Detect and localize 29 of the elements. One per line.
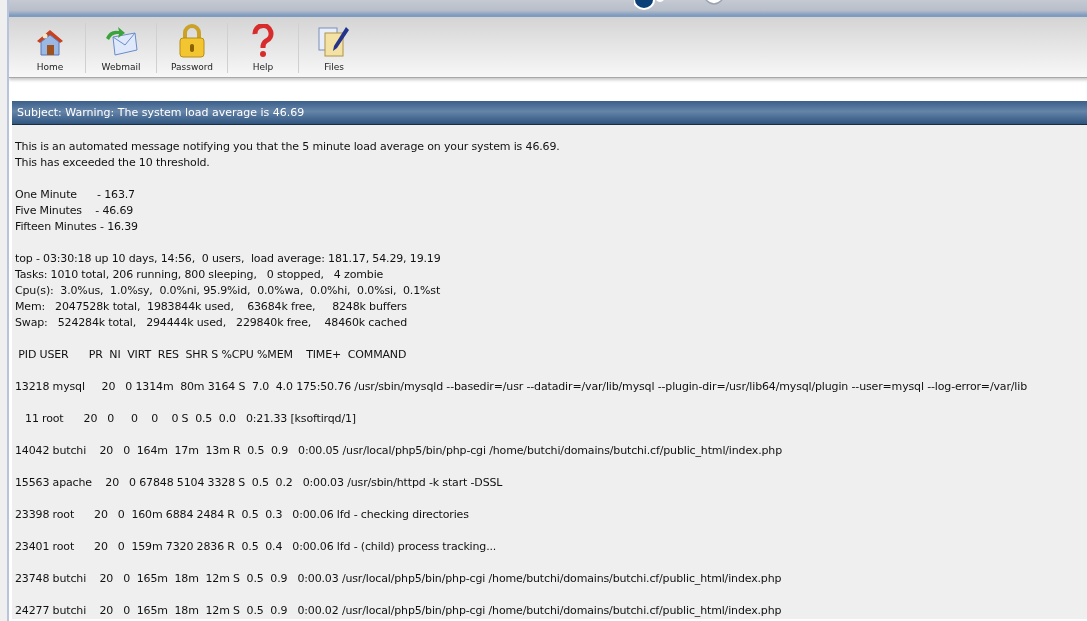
process-line: 14042 butchi 20 0 164m 17m 13m R 0.5 0.9 0:00.05 /usr/local/php5/bin/php-cgi /home/butchi/domains/butchi.cf/public_html/index.php bbox=[15, 443, 783, 459]
subject-text: Subject: Warning: The system load average is 46.69 bbox=[17, 106, 305, 119]
question-mark-icon bbox=[252, 24, 274, 58]
process-line: 15563 apache 20 0 67848 5104 3328 S 0.5 0.2 0:00.03 /usr/sbin/httpd -k start -DSSL bbox=[15, 475, 503, 491]
process-line: 13218 mysql 20 0 1314m 80m 3164 S 7.0 4.0 175:50.76 /usr/sbin/mysqld --basedir=/usr --datadir=/var/lib/mysql --plugin-dir=/usr/lib64/mysql/plugin --user=mysql --log-error=/var/lib bbox=[15, 379, 1027, 395]
process-line: 11 root 20 0 0 0 0 S 0.5 0.0 0:21.33 [ksoftirqd/1] bbox=[24, 411, 356, 427]
message-line: This is an automated message notifying you that the 5 minute load average on your system is 46.69. bbox=[15, 139, 560, 155]
process-line: 23748 butchi 20 0 165m 18m 12m S 0.5 0.9 0:00.03 /usr/local/php5/bin/php-cgi /home/butchi/domains/butchi.cf/public_html/index.php bbox=[15, 571, 782, 587]
process-line: 24277 butchi 20 0 165m 18m 12m S 0.5 0.9 0:00.02 /usr/local/php5/bin/php-cgi /home/butchi/domains/butchi.cf/public_html/index.php bbox=[15, 603, 782, 619]
toolbar-button[interactable]: Help bbox=[228, 17, 298, 77]
envelope-icon bbox=[104, 26, 138, 58]
process-line: 23398 root 20 0 160m 6884 2484 R 0.5 0.3 0:00.06 lfd - checking directories bbox=[15, 507, 469, 523]
toolbar-button[interactable]: Files bbox=[299, 17, 369, 77]
load-average-line: Fifteen Minutes - 16.39 bbox=[15, 219, 138, 235]
process-line: 23401 root 20 0 159m 7320 2836 R 0.5 0.4 0:00.06 lfd - (child) process tracking... bbox=[15, 539, 497, 555]
toolbar-button[interactable]: Home bbox=[15, 17, 85, 77]
padlock-icon bbox=[177, 24, 207, 58]
toolbar-button[interactable]: Webmail bbox=[86, 17, 156, 77]
top-summary-line: Mem: 2047528k total, 1983844k used, 63684k free, 8248k buffers bbox=[15, 299, 407, 315]
message-line: This has exceeded the 10 threshold. bbox=[15, 155, 210, 171]
toolbar-button[interactable]: Password bbox=[157, 17, 227, 77]
top-summary-line: top - 03:30:18 up 10 days, 14:56, 0 users, load average: 181.17, 54.29, 19.19 bbox=[15, 251, 441, 267]
top-summary-line: Tasks: 1010 total, 206 running, 800 sleeping, 0 stopped, 4 zombie bbox=[15, 267, 384, 283]
top-summary-line: Swap: 524284k total, 294444k used, 229840k free, 48460k cached bbox=[15, 315, 407, 331]
load-average-line: One Minute - 163.7 bbox=[15, 187, 135, 203]
process-header: PID USER PR NI VIRT RES SHR S %CPU %MEM TIME+ COMMAND bbox=[17, 347, 407, 363]
top-summary-line: Cpu(s): 3.0%us, 1.0%sy, 0.0%ni, 95.9%id, 0.0%wa, 0.0%hi, 0.0%si, 0.1%st bbox=[15, 283, 441, 299]
documents-icon bbox=[317, 24, 351, 58]
load-average-line: Five Minutes - 46.69 bbox=[15, 203, 134, 219]
